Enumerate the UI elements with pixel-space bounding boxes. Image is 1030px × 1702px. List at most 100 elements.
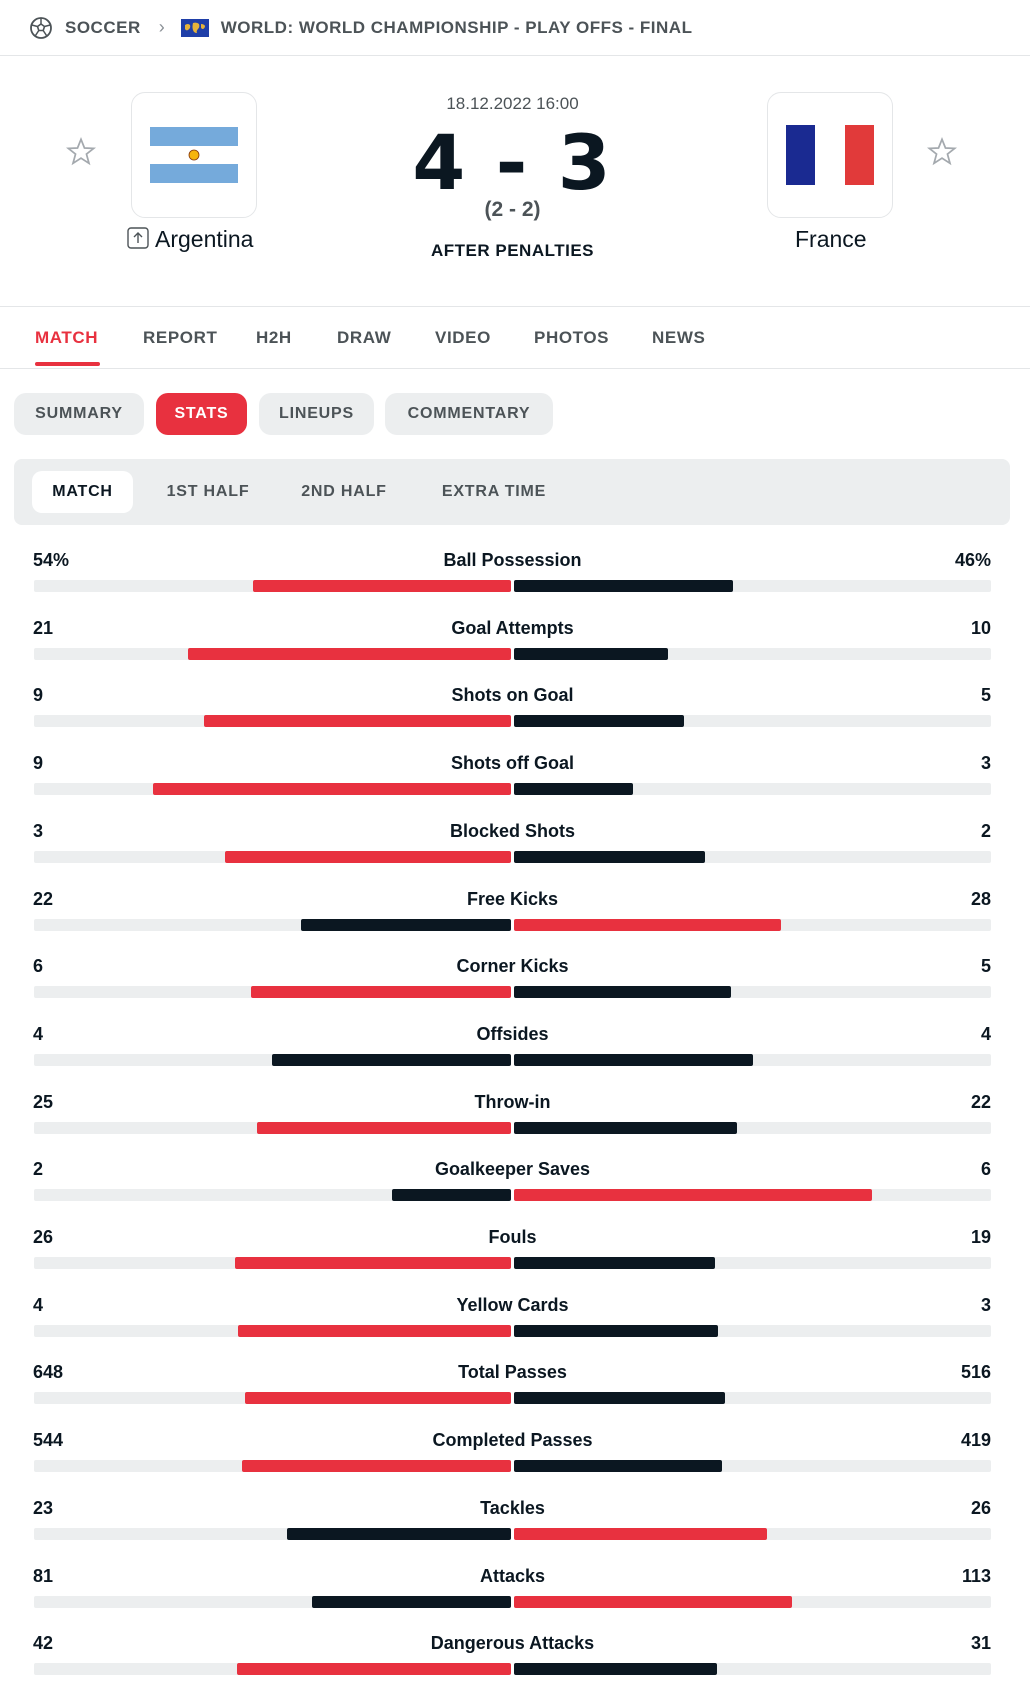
stat-away-bar-track xyxy=(514,1460,991,1473)
period-2nd-half[interactable]: 2ND HALF xyxy=(284,471,404,513)
stat-away-bar-track xyxy=(514,580,991,592)
stat-away-bar xyxy=(514,580,733,592)
stat-away-bar-track xyxy=(514,647,991,660)
stat-away-bar xyxy=(514,986,731,999)
stat-away-bar xyxy=(514,783,633,796)
tab-news[interactable]: NEWS xyxy=(652,328,705,348)
favorite-star-icon-away[interactable] xyxy=(926,136,958,168)
stat-away-bar-track xyxy=(514,1189,991,1202)
stat-home-bar-track xyxy=(34,1527,511,1540)
stat-away-value: 5 xyxy=(980,956,991,977)
stat-home-bar-track xyxy=(34,647,511,660)
stat-away-bar xyxy=(514,1189,872,1202)
stat-row: 4 Yellow Cards 3 xyxy=(0,1285,1030,1353)
stat-home-bar xyxy=(238,1324,511,1337)
stat-home-bar xyxy=(272,1053,511,1066)
subtab-commentary[interactable]: COMMENTARY xyxy=(385,393,553,435)
stat-away-bar xyxy=(514,1663,717,1676)
subtab-lineups[interactable]: LINEUPS xyxy=(259,393,374,435)
stat-away-bar-track xyxy=(514,1595,991,1608)
away-team-name[interactable]: France xyxy=(795,226,867,253)
stat-home-bar xyxy=(188,647,511,660)
away-team-logo[interactable] xyxy=(767,92,893,218)
stat-away-bar-track xyxy=(514,1053,991,1066)
tab-report[interactable]: REPORT xyxy=(143,328,217,348)
stat-away-value: 10 xyxy=(970,617,991,638)
match-tabs: MATCH REPORT H2H DRAW VIDEO PHOTOS NEWS xyxy=(0,308,1030,369)
stat-label: Goalkeeper Saves xyxy=(434,1159,591,1180)
stat-away-value: 113 xyxy=(961,1565,991,1586)
stat-away-bar-track xyxy=(514,1527,991,1540)
stat-away-bar-track xyxy=(514,986,991,999)
stat-away-value: 28 xyxy=(970,888,991,909)
period-1st-half[interactable]: 1ST HALF xyxy=(154,471,262,513)
stat-label: Goal Attempts xyxy=(451,617,574,638)
stat-home-bar xyxy=(251,986,511,999)
stat-away-value: 19 xyxy=(970,1227,991,1247)
stat-label: Completed Passes xyxy=(432,1430,593,1451)
stat-row: 22 Free Kicks 28 xyxy=(0,879,1030,947)
subtab-stats[interactable]: STATS xyxy=(156,393,247,435)
period-extra-time[interactable]: EXTRA TIME xyxy=(424,471,564,513)
tab-match[interactable]: MATCH xyxy=(35,328,98,348)
stat-away-bar xyxy=(514,1392,725,1405)
tab-draw[interactable]: DRAW xyxy=(337,328,391,348)
stat-label: Corner Kicks xyxy=(456,956,569,977)
stat-home-bar-track xyxy=(34,1121,511,1134)
stat-away-bar xyxy=(514,1460,722,1473)
stat-home-bar-track xyxy=(34,715,511,728)
stat-label: Dangerous Attacks xyxy=(430,1633,595,1654)
tab-video[interactable]: VIDEO xyxy=(435,328,491,348)
stat-home-bar xyxy=(257,1121,511,1134)
stat-label: Attacks xyxy=(479,1565,546,1586)
subtab-summary[interactable]: SUMMARY xyxy=(14,393,144,435)
stat-away-bar xyxy=(514,1257,715,1269)
stat-away-bar-track xyxy=(514,1392,991,1405)
stat-row: 4 Offsides 4 xyxy=(0,1014,1030,1082)
stat-away-bar xyxy=(514,715,684,728)
breadcrumb-sport-link[interactable]: SOCCER xyxy=(65,18,141,38)
stat-away-bar-track xyxy=(514,918,991,931)
stat-home-bar-track xyxy=(34,1053,511,1066)
stat-home-bar xyxy=(235,1257,511,1269)
stat-away-bar-track xyxy=(514,850,991,863)
stat-away-value: 419 xyxy=(960,1430,991,1451)
stat-away-bar-track xyxy=(514,783,991,796)
stat-label: Offsides xyxy=(476,1023,549,1044)
tab-photos[interactable]: PHOTOS xyxy=(534,328,609,348)
stat-away-value: 4 xyxy=(980,1023,991,1044)
stat-home-bar-track xyxy=(34,1460,511,1473)
active-tab-indicator xyxy=(35,362,100,366)
soccer-ball-icon xyxy=(30,16,52,39)
stat-row: 3 Blocked Shots 2 xyxy=(0,811,1030,879)
stat-label: Shots on Goal xyxy=(451,685,574,706)
stat-label: Blocked Shots xyxy=(449,820,576,841)
stat-row: 25 Throw-in 22 xyxy=(0,1082,1030,1150)
stat-row: 648 Total Passes 516 xyxy=(0,1352,1030,1420)
stat-home-bar-track xyxy=(34,1189,511,1202)
stat-home-bar xyxy=(225,850,511,863)
stat-home-bar xyxy=(312,1595,511,1608)
stat-row: 21 Goal Attempts 10 xyxy=(0,608,1030,676)
stat-away-value: 46% xyxy=(954,550,991,570)
stat-row: 23 Tackles 26 xyxy=(0,1488,1030,1556)
stat-row: 2 Goalkeeper Saves 6 xyxy=(0,1149,1030,1217)
stat-label: Throw-in xyxy=(474,1091,551,1112)
tab-h2h[interactable]: H2H xyxy=(256,328,292,348)
stat-away-bar xyxy=(514,1527,767,1540)
breadcrumb-competition-link[interactable]: WORLD: WORLD CHAMPIONSHIP - PLAY OFFS - … xyxy=(221,18,693,38)
stat-row: 9 Shots off Goal 3 xyxy=(0,743,1030,811)
stat-away-bar-track xyxy=(514,1257,991,1269)
stat-away-bar xyxy=(514,1121,737,1134)
stat-home-bar-track xyxy=(34,580,511,592)
stat-away-bar-track xyxy=(514,1324,991,1337)
stat-away-bar xyxy=(514,1324,718,1337)
stat-away-bar-track xyxy=(514,1663,991,1676)
stat-row: 42 Dangerous Attacks 31 xyxy=(0,1623,1030,1691)
match-status: AFTER PENALTIES xyxy=(430,241,595,260)
stat-away-value: 516 xyxy=(960,1362,991,1383)
stat-label: Ball Possession xyxy=(443,550,582,570)
stat-label: Free Kicks xyxy=(466,888,559,909)
stat-away-bar-track xyxy=(514,1121,991,1134)
period-match[interactable]: MATCH xyxy=(32,471,133,513)
